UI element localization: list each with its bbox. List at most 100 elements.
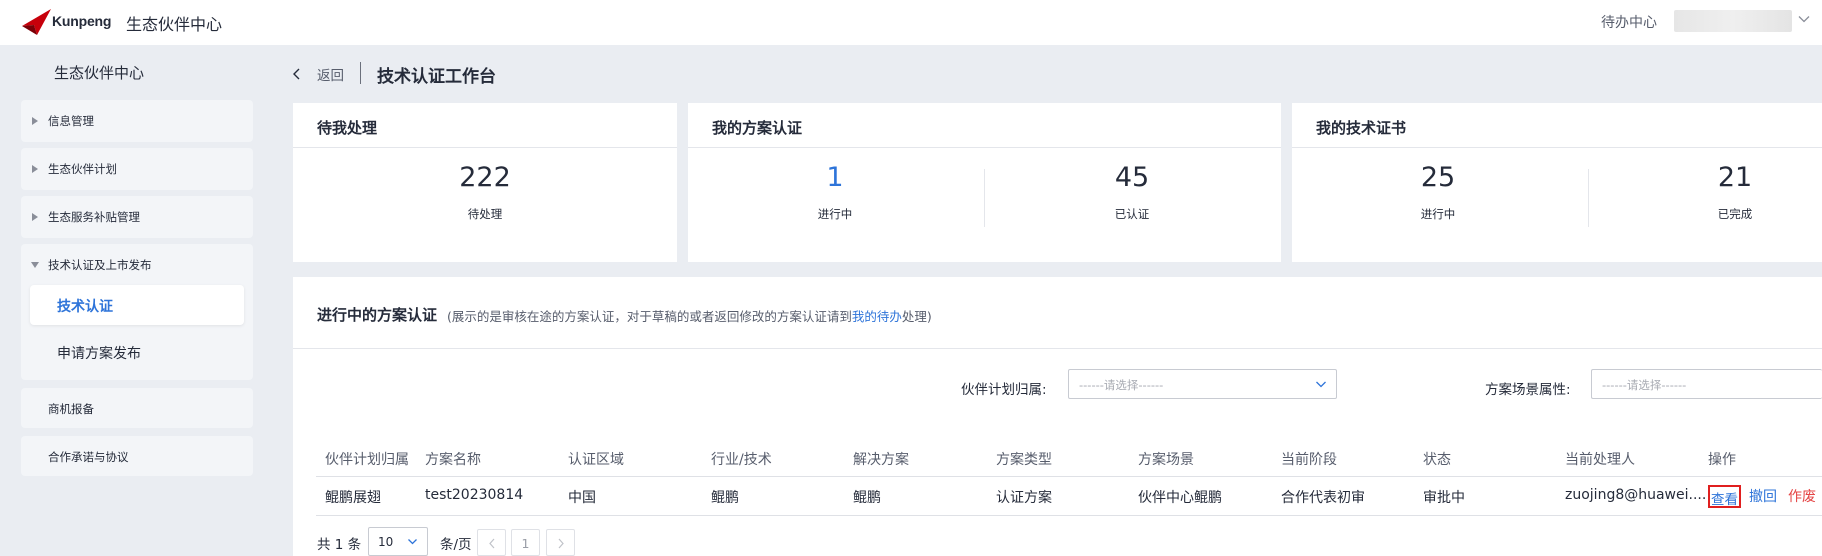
card-divider: [984, 169, 985, 227]
card-title: 我的技术证书: [1316, 119, 1407, 137]
table-cell: 中国: [568, 490, 596, 506]
table-cell: test20230814: [425, 487, 524, 503]
page-size-unit: 条/页: [440, 537, 472, 553]
pagination-total: 共 1 条: [317, 537, 362, 553]
my-todo-link[interactable]: 我的待办: [852, 309, 902, 324]
site-title[interactable]: 生态伙伴中心: [126, 11, 222, 35]
column-header: 伙伴计划归属: [325, 452, 409, 468]
column-header: 当前处理人: [1565, 452, 1635, 468]
page-size-select[interactable]: 10: [368, 527, 428, 556]
panel-note-prefix: (展示的是审核在途的方案认证，对于草稿的或者返回修改的方案认证请到: [447, 309, 852, 324]
column-header: 行业/技术: [711, 452, 772, 468]
chevron-down-icon[interactable]: [1797, 12, 1811, 26]
sidebar-subitem-label: 申请方案发布: [57, 346, 141, 362]
prev-page-button[interactable]: [477, 529, 506, 556]
sidebar-group-tech-cert: 技术认证及上市发布 技术认证 申请方案发布: [21, 244, 253, 380]
caret-down-icon: [31, 262, 39, 268]
current-page: 1: [521, 536, 530, 551]
solution-in-progress-count[interactable]: 1: [755, 162, 915, 193]
next-page-button[interactable]: [546, 529, 575, 556]
kunpeng-logo-icon[interactable]: [20, 6, 54, 38]
sidebar-subitem-label: 技术认证: [57, 299, 113, 315]
solution-in-progress-label: 进行中: [817, 207, 853, 221]
page-size-value: 10: [378, 535, 394, 549]
scenario-select[interactable]: ------请选择------: [1591, 369, 1822, 399]
solution-cert-card: 我的方案认证 1 进行中 45 已认证: [688, 103, 1281, 262]
panel-note-suffix: 处理): [901, 309, 932, 324]
back-link[interactable]: 返回: [317, 64, 344, 84]
top-bar: Kunpeng 生态伙伴中心 待办中心: [0, 0, 1822, 45]
card-header: 我的方案认证: [688, 103, 1281, 148]
column-header: 状态: [1423, 452, 1451, 468]
sidebar-item-label: 生态服务补贴管理: [48, 210, 140, 224]
sidebar-item-label: 合作承诺与协议: [48, 450, 129, 464]
chevron-left-icon: [489, 538, 495, 549]
table-cell: 认证方案: [996, 490, 1052, 506]
sidebar-item-label: 信息管理: [48, 114, 94, 128]
card-title: 我的方案认证: [712, 119, 803, 137]
card-header: 我的技术证书: [1292, 103, 1822, 148]
certificate-in-progress-label: 进行中: [1420, 207, 1456, 221]
sidebar-item-info[interactable]: 信息管理: [21, 100, 253, 142]
column-header: 认证区域: [568, 452, 624, 468]
sidebar-subitem-tech-cert[interactable]: 技术认证: [30, 285, 244, 325]
sidebar-subitem-solution-release[interactable]: 申请方案发布: [30, 332, 244, 372]
chevron-down-icon: [408, 539, 417, 545]
revoke-button[interactable]: 撤回: [1749, 486, 1777, 506]
certificate-done-count[interactable]: 21: [1655, 162, 1815, 193]
column-header: 方案名称: [425, 452, 481, 468]
table-cell: 鲲鹏: [853, 490, 881, 506]
sidebar-item-partner-plan[interactable]: 生态伙伴计划: [21, 148, 253, 190]
scenario-label: 方案场景属性:: [1485, 382, 1571, 398]
todo-center-link[interactable]: 待办中心: [1601, 12, 1657, 32]
column-header: 方案场景: [1138, 452, 1194, 468]
column-header: 方案类型: [996, 452, 1052, 468]
panel-note: (展示的是审核在途的方案认证，对于草稿的或者返回修改的方案认证请到我的待办处理): [447, 306, 932, 325]
chevron-left-icon[interactable]: [292, 67, 302, 81]
column-header: 解决方案: [853, 452, 909, 468]
table-cell: 鲲鹏: [711, 490, 739, 506]
user-account[interactable]: [1674, 10, 1792, 32]
column-header: 当前阶段: [1281, 452, 1337, 468]
caret-right-icon: [32, 165, 38, 173]
table-cell: 合作代表初审: [1281, 490, 1365, 506]
chevron-down-icon: [1316, 381, 1326, 388]
pending-count[interactable]: 222: [405, 162, 565, 193]
certificate-done-label: 已完成: [1717, 207, 1753, 221]
table-header-divider: [316, 476, 1822, 477]
panel-title: 进行中的方案认证: [317, 306, 438, 324]
chevron-right-icon: [558, 538, 564, 549]
sidebar-item-tech-cert[interactable]: 技术认证及上市发布: [21, 244, 253, 286]
table-cell: 鲲鹏展翅: [325, 490, 381, 506]
breadcrumb-divider: [360, 62, 361, 84]
sidebar-title: 生态伙伴中心: [54, 64, 145, 82]
caret-right-icon: [32, 213, 38, 221]
sidebar-item-opportunity[interactable]: 商机报备: [21, 388, 253, 428]
tech-certificate-card: 我的技术证书 25 进行中 21 已完成: [1292, 103, 1822, 262]
caret-right-icon: [32, 117, 38, 125]
view-button[interactable]: 查看: [1708, 485, 1741, 508]
table-cell: 伙伴中心鲲鹏: [1138, 490, 1222, 506]
sidebar-item-label: 技术认证及上市发布: [48, 258, 152, 272]
brand-name: Kunpeng: [52, 13, 112, 29]
partner-plan-select[interactable]: ------请选择------: [1068, 369, 1337, 399]
solution-certified-label: 已认证: [1114, 207, 1150, 221]
column-header: 操作: [1708, 452, 1736, 468]
void-button[interactable]: 作废: [1788, 486, 1816, 506]
sidebar-item-agreement[interactable]: 合作承诺与协议: [21, 436, 253, 476]
select-placeholder: ------请选择------: [1079, 378, 1164, 392]
table-cell: 审批中: [1423, 490, 1465, 506]
pending-card: 待我处理 222 待处理: [293, 103, 677, 262]
select-placeholder: ------请选择------: [1602, 378, 1687, 392]
solution-certified-count[interactable]: 45: [1052, 162, 1212, 193]
card-divider: [1588, 169, 1589, 227]
sidebar-item-subsidy[interactable]: 生态服务补贴管理: [21, 196, 253, 238]
page-title: 技术认证工作台: [377, 67, 496, 87]
page-number-button[interactable]: 1: [511, 529, 540, 556]
table-cell: zuojing8@huawei....: [1565, 487, 1707, 503]
pending-label: 待处理: [467, 207, 503, 221]
sidebar-item-label: 生态伙伴计划: [48, 162, 117, 176]
sidebar-item-label: 商机报备: [48, 402, 94, 416]
certificate-in-progress-count[interactable]: 25: [1358, 162, 1518, 193]
card-title: 待我处理: [317, 119, 378, 137]
